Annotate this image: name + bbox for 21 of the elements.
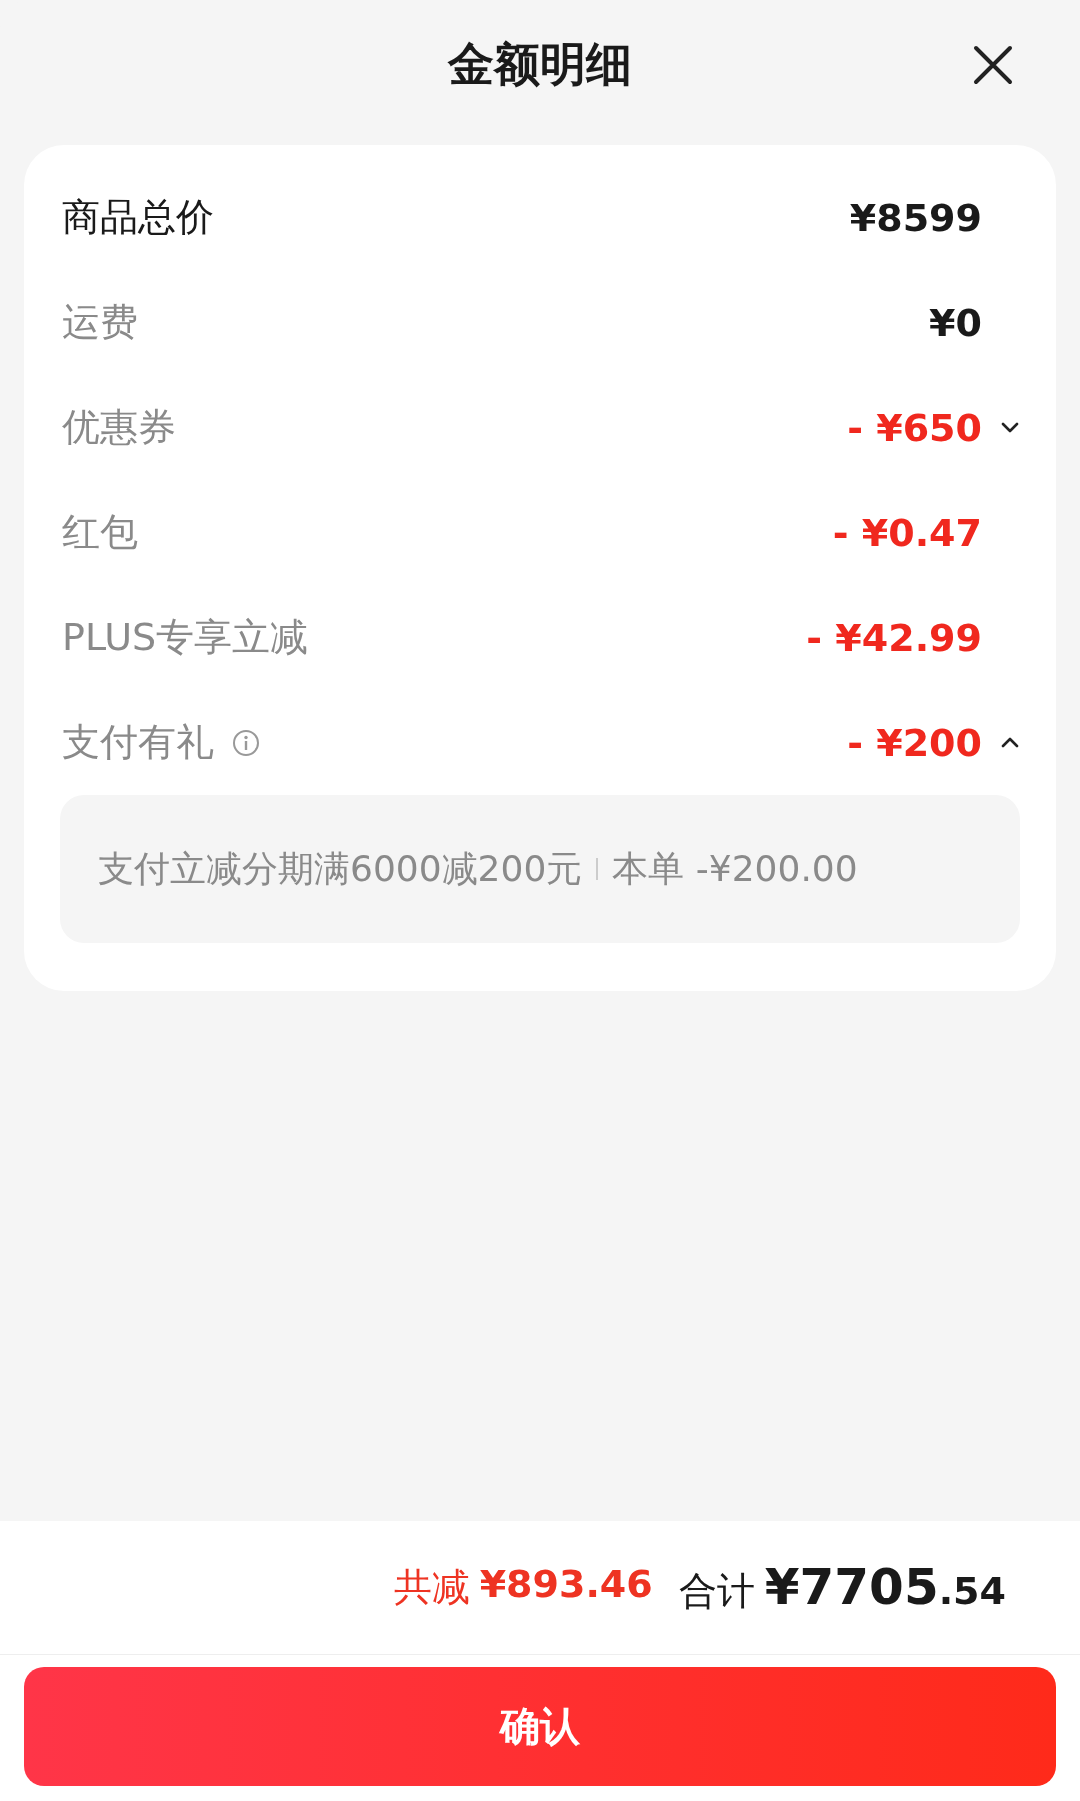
info-icon[interactable] <box>232 728 260 757</box>
row-label: PLUS专享立减 <box>62 614 309 661</box>
row-label: 运费 <box>62 299 138 346</box>
row-label: 支付有礼 <box>62 719 214 766</box>
saved-label: 共减 <box>393 1564 470 1611</box>
row-label: 红包 <box>62 509 138 556</box>
order-discount: 本单 -¥200.00 <box>612 846 858 891</box>
sheet-title: 金额明细 <box>448 36 632 93</box>
confirm-button[interactable]: 确认 <box>24 1667 1056 1786</box>
total-label: 合计 <box>678 1568 755 1615</box>
promo-description: 支付立减分期满6000减200元 <box>98 846 583 891</box>
row-label: 商品总价 <box>62 194 214 241</box>
row-amount: ¥8599 <box>849 195 982 240</box>
total-amount: ¥7705.54 <box>764 1558 1006 1616</box>
row-amount: - ¥42.99 <box>806 615 982 660</box>
row-label: 优惠券 <box>62 404 176 451</box>
row-amount: - ¥0.47 <box>832 510 982 555</box>
saved-amount: ¥893.46 <box>479 1562 653 1608</box>
row-amount: - ¥650 <box>847 405 982 450</box>
row-amount: ¥0 <box>929 300 982 345</box>
row-amount: - ¥200 <box>847 720 982 765</box>
